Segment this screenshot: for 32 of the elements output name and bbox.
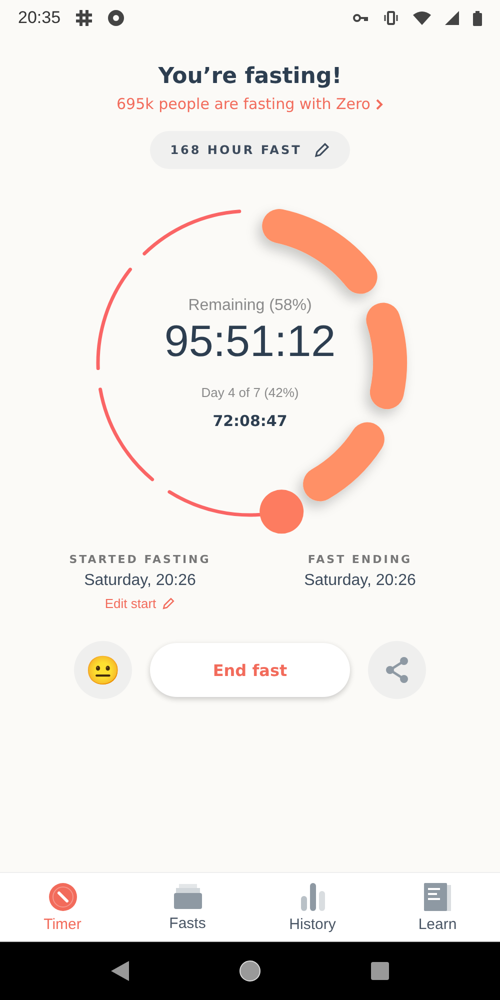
status-time: 20:35 [18, 8, 61, 28]
hash-icon [74, 9, 93, 27]
end-fast-button[interactable]: End fast [150, 643, 350, 697]
share-icon [385, 657, 409, 683]
time-value: Saturday, 20:26 [304, 572, 416, 590]
back-icon[interactable] [111, 961, 129, 981]
edit-start-link[interactable]: Edit start [104, 596, 176, 611]
battery-icon [473, 10, 482, 26]
signal-icon [445, 11, 459, 25]
chevron-icon [376, 98, 384, 110]
wifi-icon [413, 11, 431, 25]
nav-tab[interactable]: History [250, 873, 375, 941]
home-icon[interactable] [239, 960, 261, 982]
time-value: Saturday, 20:26 [84, 572, 196, 590]
key-icon [353, 13, 369, 23]
book-icon [422, 882, 452, 912]
time-label: STARTED FASTING [69, 553, 211, 566]
pencil-icon [314, 142, 330, 158]
elapsed-time: 72:08:47 [212, 412, 288, 430]
nav-tab[interactable]: Learn [375, 873, 500, 941]
screen-title: You’re fasting! [158, 64, 342, 89]
nav-tab[interactable]: Timer [0, 873, 125, 941]
fast-type-button[interactable]: 168 HOUR FAST [150, 131, 350, 169]
community-link[interactable]: 695k people are fasting with Zero [116, 95, 384, 113]
time-label: FAST ENDING [308, 553, 412, 566]
nav-tab[interactable]: Fasts [125, 873, 250, 941]
remaining-caption: Remaining (58%) [188, 296, 312, 314]
pencil-icon [162, 597, 176, 610]
stack-icon [172, 882, 202, 910]
day-caption: Day 4 of 7 (42%) [201, 384, 299, 400]
vibrate-icon [383, 11, 399, 25]
remaining-time: 95:51:12 [164, 316, 336, 366]
